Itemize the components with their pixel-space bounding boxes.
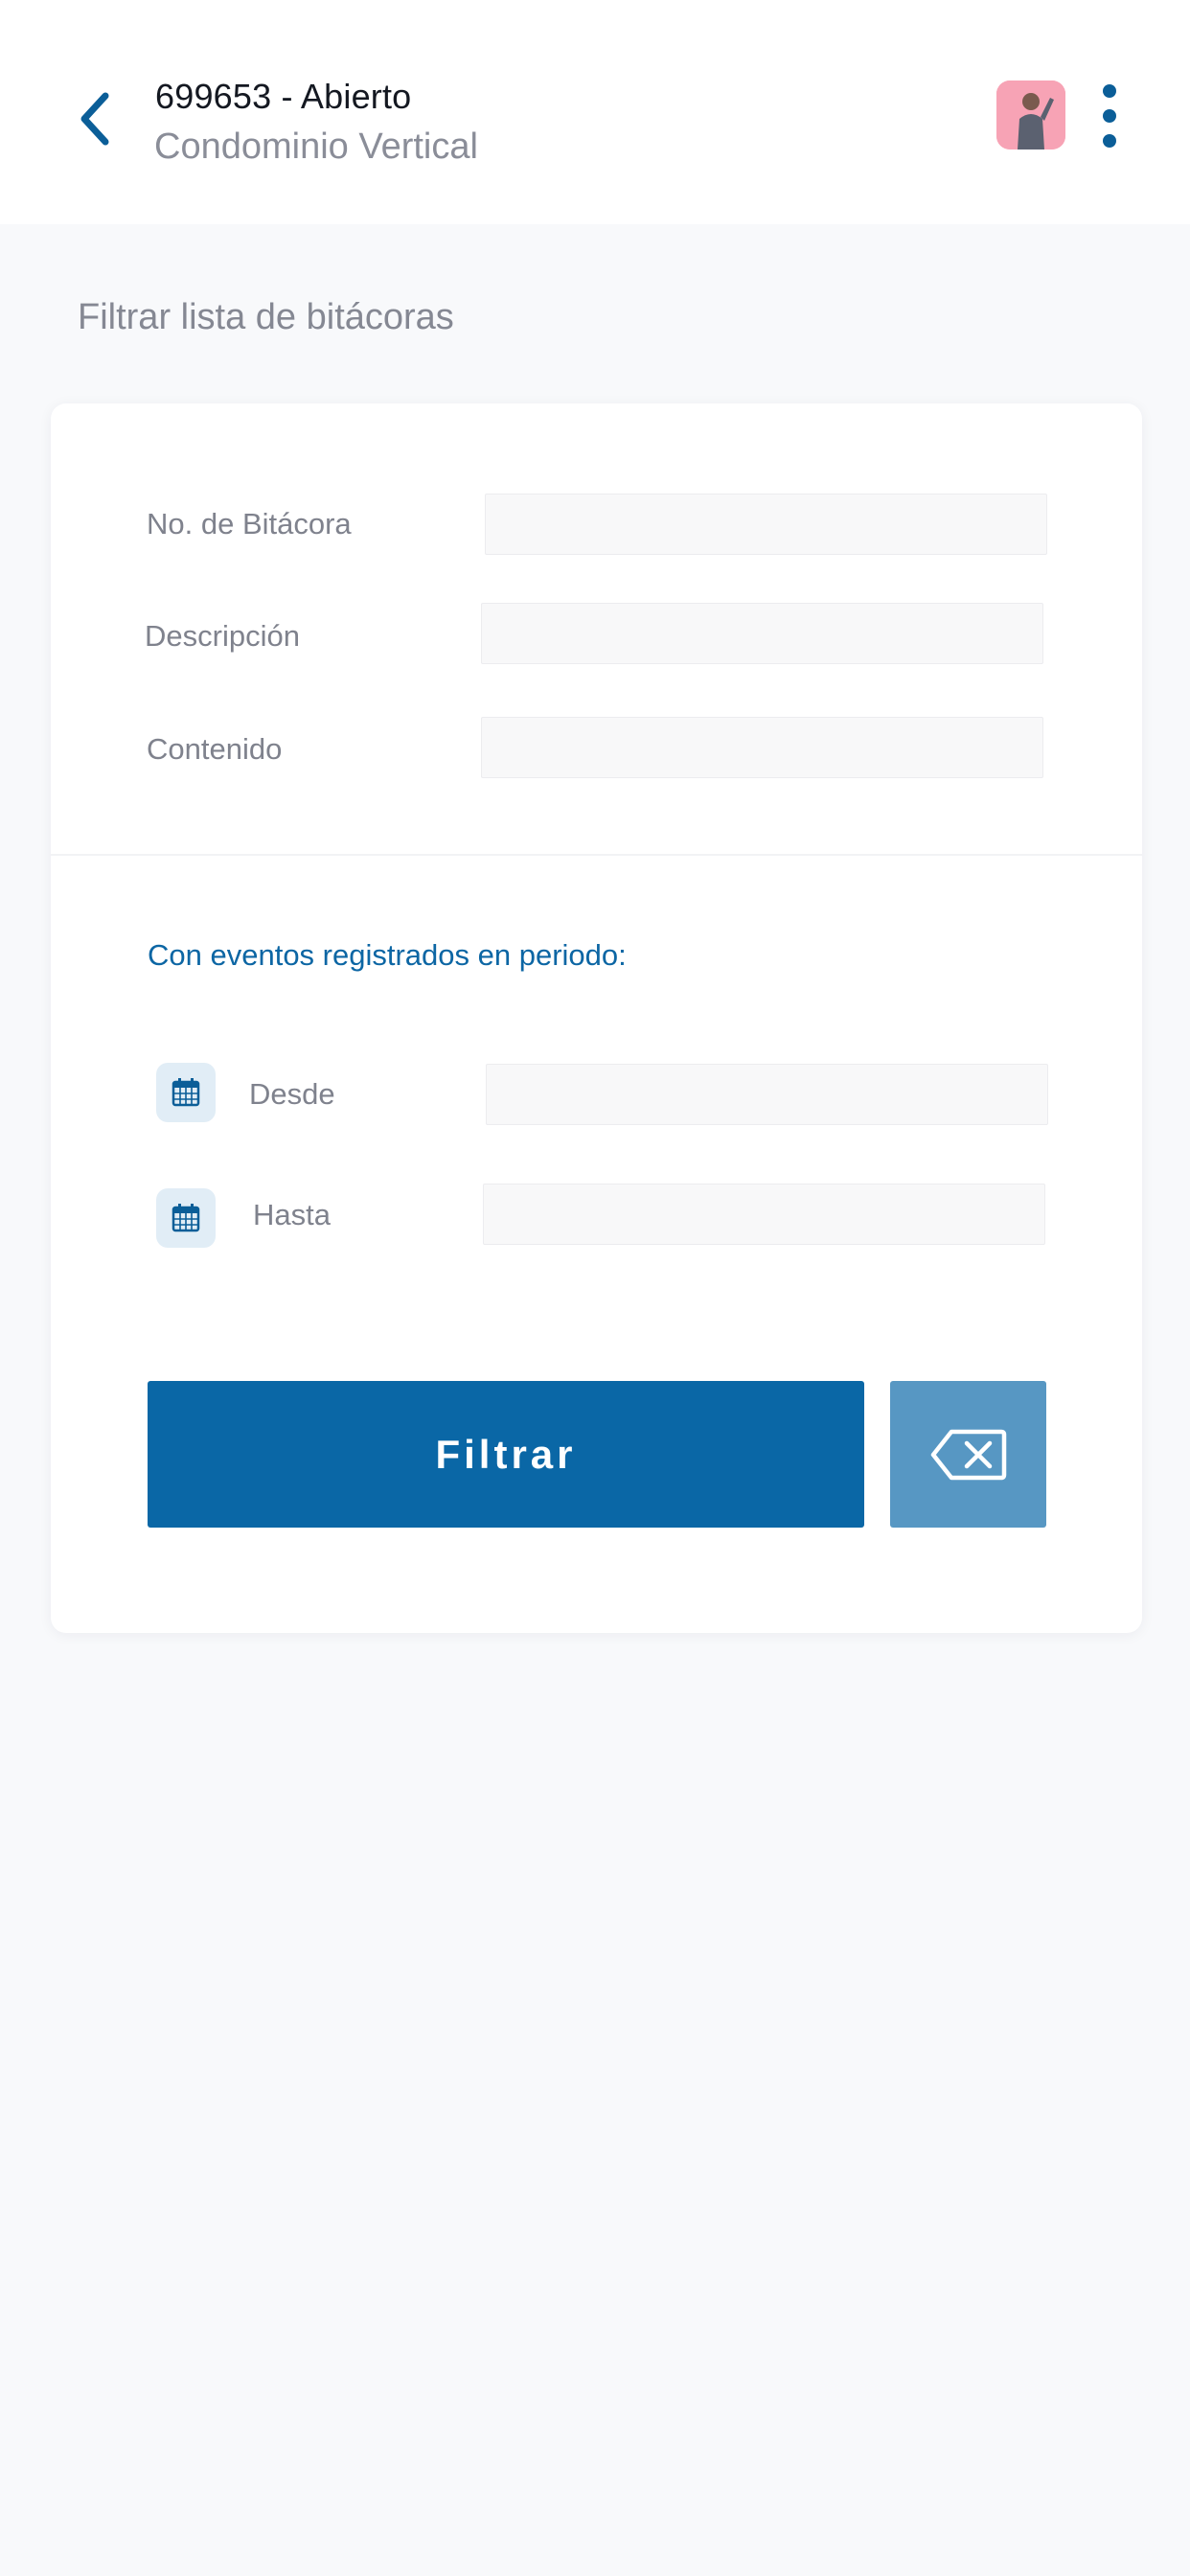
hasta-calendar-button[interactable] <box>156 1188 216 1248</box>
back-button[interactable] <box>67 84 125 153</box>
page-title: 699653 - Abierto <box>155 77 412 116</box>
user-photo-icon <box>996 80 1065 150</box>
descripcion-input[interactable] <box>481 603 1043 664</box>
filter-card: No. de Bitácora Descripción Contenido Co… <box>51 403 1142 1633</box>
chevron-left-icon <box>80 92 109 146</box>
more-dot <box>1103 84 1116 98</box>
numero-bitacora-input[interactable] <box>485 494 1047 555</box>
hasta-date-input[interactable] <box>483 1184 1045 1245</box>
field-label-desde: Desde <box>249 1077 335 1111</box>
backspace-clear-icon <box>930 1429 1006 1480</box>
section-title: Filtrar lista de bitácoras <box>78 297 454 337</box>
calendar-icon <box>172 1078 200 1107</box>
page-subtitle: Condominio Vertical <box>154 126 478 167</box>
more-options-button[interactable] <box>1092 84 1127 148</box>
contenido-input[interactable] <box>481 717 1043 778</box>
app-header: 699653 - Abierto Condominio Vertical <box>0 0 1190 224</box>
desde-date-input[interactable] <box>486 1064 1048 1125</box>
clear-filters-button[interactable] <box>890 1381 1046 1528</box>
field-label-contenido: Contenido <box>147 732 283 766</box>
calendar-icon <box>172 1204 200 1232</box>
divider <box>51 854 1142 856</box>
avatar[interactable] <box>996 80 1065 150</box>
field-label-hasta: Hasta <box>253 1198 331 1231</box>
more-dot <box>1103 109 1116 123</box>
desde-calendar-button[interactable] <box>156 1063 216 1122</box>
more-dot <box>1103 134 1116 148</box>
field-label-descripcion: Descripción <box>145 619 300 653</box>
field-label-numero: No. de Bitácora <box>147 507 352 540</box>
period-label: Con eventos registrados en periodo: <box>148 938 627 972</box>
filter-button[interactable]: Filtrar <box>148 1381 864 1528</box>
